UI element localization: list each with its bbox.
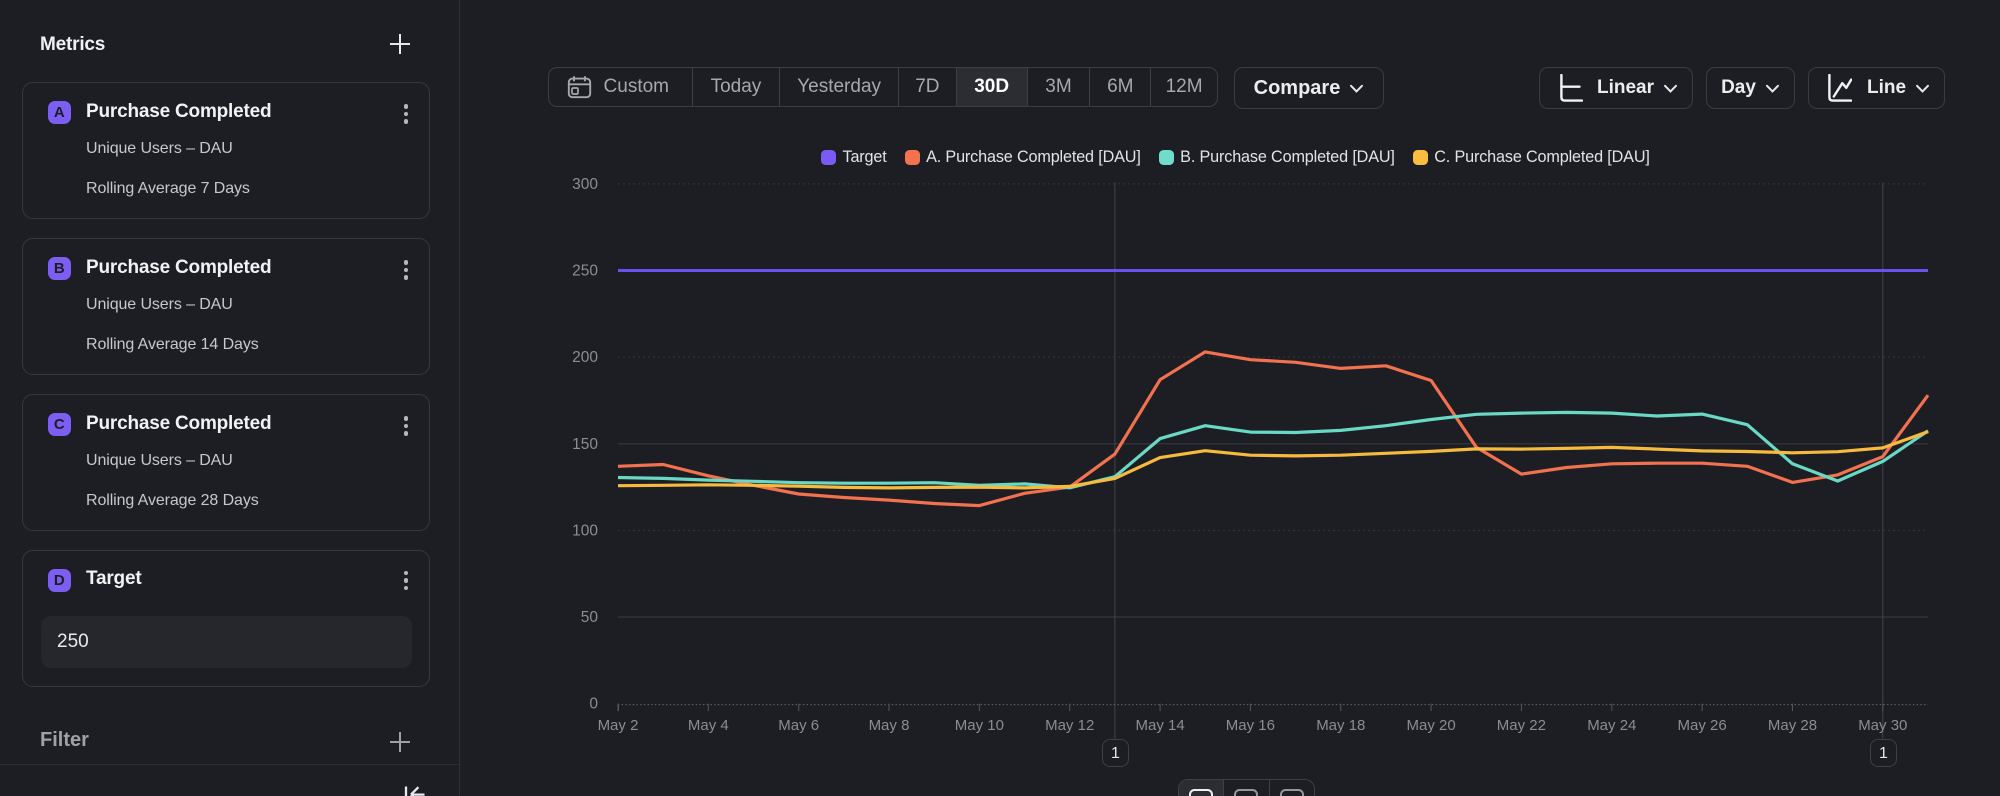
svg-text:May 16: May 16: [1226, 717, 1275, 734]
svg-text:0: 0: [589, 696, 598, 713]
svg-text:May 8: May 8: [869, 717, 910, 734]
svg-text:May 20: May 20: [1406, 717, 1455, 734]
svg-text:100: 100: [572, 522, 598, 539]
svg-text:300: 300: [572, 176, 598, 193]
svg-text:May 22: May 22: [1497, 717, 1546, 734]
svg-text:May 26: May 26: [1677, 717, 1726, 734]
svg-text:May 14: May 14: [1135, 717, 1184, 734]
svg-text:May 6: May 6: [778, 717, 819, 734]
svg-text:May 28: May 28: [1768, 717, 1817, 734]
svg-text:150: 150: [572, 436, 598, 453]
svg-text:May 12: May 12: [1045, 717, 1094, 734]
svg-text:May 4: May 4: [688, 717, 729, 734]
svg-text:200: 200: [572, 349, 598, 366]
svg-text:50: 50: [581, 609, 599, 626]
svg-text:May 24: May 24: [1587, 717, 1636, 734]
svg-text:May 10: May 10: [955, 717, 1004, 734]
svg-text:250: 250: [572, 263, 598, 280]
svg-text:May 2: May 2: [598, 717, 639, 734]
svg-text:May 30: May 30: [1858, 717, 1907, 734]
svg-text:May 18: May 18: [1316, 717, 1365, 734]
